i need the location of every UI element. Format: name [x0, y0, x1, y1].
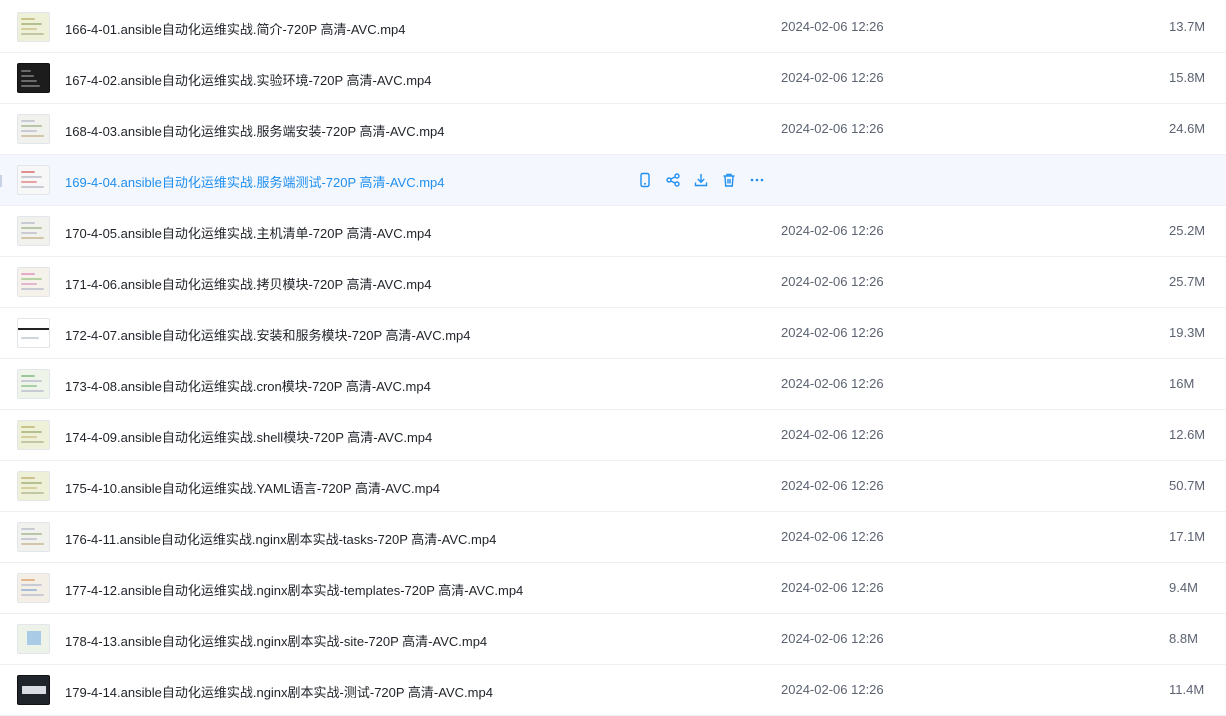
- file-date: 2024-02-06 12:26: [781, 427, 884, 442]
- file-row[interactable]: 169-4-04.ansible自动化运维实战.服务端测试-720P 高清-AV…: [0, 155, 1226, 206]
- file-name[interactable]: 170-4-05.ansible自动化运维实战.主机清单-720P 高清-AVC…: [65, 223, 432, 242]
- file-row[interactable]: 177-4-12.ansible自动化运维实战.nginx剧本实战-templa…: [0, 563, 1226, 614]
- file-row[interactable]: 170-4-05.ansible自动化运维实战.主机清单-720P 高清-AVC…: [0, 206, 1226, 257]
- file-date: 2024-02-06 12:26: [781, 682, 884, 697]
- file-size: 15.8M: [1169, 70, 1206, 85]
- delete-button[interactable]: [720, 171, 738, 189]
- file-row[interactable]: 175-4-10.ansible自动化运维实战.YAML语言-720P 高清-A…: [0, 461, 1226, 512]
- file-row[interactable]: 168-4-03.ansible自动化运维实战.服务端安装-720P 高清-AV…: [0, 104, 1226, 155]
- file-size: 9.4M: [1169, 580, 1198, 595]
- file-name[interactable]: 167-4-02.ansible自动化运维实战.实验环境-720P 高清-AVC…: [65, 70, 432, 89]
- trash-icon: [720, 171, 738, 189]
- file-size: 16M: [1169, 376, 1195, 391]
- file-row[interactable]: 179-4-14.ansible自动化运维实战.nginx剧本实战-测试-720…: [0, 665, 1226, 716]
- video-thumbnail: [17, 216, 50, 246]
- file-date: 2024-02-06 12:26: [781, 70, 884, 85]
- phone-button[interactable]: [636, 171, 654, 189]
- file-name[interactable]: 169-4-04.ansible自动化运维实战.服务端测试-720P 高清-AV…: [65, 172, 445, 191]
- file-row[interactable]: 172-4-07.ansible自动化运维实战.安装和服务模块-720P 高清-…: [0, 308, 1226, 359]
- share-icon: [664, 171, 682, 189]
- video-thumbnail: [17, 318, 50, 348]
- file-name[interactable]: 174-4-09.ansible自动化运维实战.shell模块-720P 高清-…: [65, 427, 432, 446]
- file-name[interactable]: 176-4-11.ansible自动化运维实战.nginx剧本实战-tasks-…: [65, 529, 496, 548]
- video-thumbnail: [17, 471, 50, 501]
- file-size: 50.7M: [1169, 478, 1206, 493]
- file-name[interactable]: 179-4-14.ansible自动化运维实战.nginx剧本实战-测试-720…: [65, 682, 493, 701]
- video-thumbnail: [17, 522, 50, 552]
- video-thumbnail: [17, 12, 50, 42]
- file-date: 2024-02-06 12:26: [781, 580, 884, 595]
- file-list: 166-4-01.ansible自动化运维实战.简介-720P 高清-AVC.m…: [0, 0, 1226, 716]
- file-date: 2024-02-06 12:26: [781, 121, 884, 136]
- video-thumbnail: [17, 624, 50, 654]
- file-row[interactable]: 178-4-13.ansible自动化运维实战.nginx剧本实战-site-7…: [0, 614, 1226, 665]
- more-button[interactable]: [748, 171, 766, 189]
- phone-icon: [636, 171, 654, 189]
- file-size: 11.4M: [1169, 682, 1205, 697]
- file-date: 2024-02-06 12:26: [781, 325, 884, 340]
- download-button[interactable]: [692, 171, 710, 189]
- file-size: 17.1M: [1169, 529, 1206, 544]
- file-row[interactable]: 173-4-08.ansible自动化运维实战.cron模块-720P 高清-A…: [0, 359, 1226, 410]
- file-name[interactable]: 172-4-07.ansible自动化运维实战.安装和服务模块-720P 高清-…: [65, 325, 471, 344]
- video-thumbnail: [17, 420, 50, 450]
- file-name[interactable]: 171-4-06.ansible自动化运维实战.拷贝模块-720P 高清-AVC…: [65, 274, 432, 293]
- video-thumbnail: [17, 63, 50, 93]
- file-date: 2024-02-06 12:26: [781, 478, 884, 493]
- file-name[interactable]: 173-4-08.ansible自动化运维实战.cron模块-720P 高清-A…: [65, 376, 431, 395]
- file-date: 2024-02-06 12:26: [781, 376, 884, 391]
- file-name[interactable]: 175-4-10.ansible自动化运维实战.YAML语言-720P 高清-A…: [65, 478, 440, 497]
- file-name[interactable]: 166-4-01.ansible自动化运维实战.简介-720P 高清-AVC.m…: [65, 19, 406, 38]
- file-name[interactable]: 177-4-12.ansible自动化运维实战.nginx剧本实战-templa…: [65, 580, 523, 599]
- file-row[interactable]: 171-4-06.ansible自动化运维实战.拷贝模块-720P 高清-AVC…: [0, 257, 1226, 308]
- file-row[interactable]: 174-4-09.ansible自动化运维实战.shell模块-720P 高清-…: [0, 410, 1226, 461]
- file-size: 12.6M: [1169, 427, 1206, 442]
- file-row[interactable]: 176-4-11.ansible自动化运维实战.nginx剧本实战-tasks-…: [0, 512, 1226, 563]
- video-thumbnail: [17, 573, 50, 603]
- file-row[interactable]: 166-4-01.ansible自动化运维实战.简介-720P 高清-AVC.m…: [0, 2, 1226, 53]
- video-thumbnail: [17, 369, 50, 399]
- download-icon: [692, 171, 710, 189]
- file-size: 24.6M: [1169, 121, 1206, 136]
- file-name[interactable]: 168-4-03.ansible自动化运维实战.服务端安装-720P 高清-AV…: [65, 121, 445, 140]
- video-thumbnail: [17, 114, 50, 144]
- file-size: 25.7M: [1169, 274, 1206, 289]
- file-row[interactable]: 167-4-02.ansible自动化运维实战.实验环境-720P 高清-AVC…: [0, 53, 1226, 104]
- video-thumbnail: [17, 165, 50, 195]
- more-icon: [748, 171, 766, 189]
- video-thumbnail: [17, 267, 50, 297]
- file-date: 2024-02-06 12:26: [781, 19, 884, 34]
- file-size: 8.8M: [1169, 631, 1198, 646]
- file-size: 25.2M: [1169, 223, 1206, 238]
- video-thumbnail: [17, 675, 50, 705]
- file-name[interactable]: 178-4-13.ansible自动化运维实战.nginx剧本实战-site-7…: [65, 631, 487, 650]
- file-date: 2024-02-06 12:26: [781, 631, 884, 646]
- file-date: 2024-02-06 12:26: [781, 223, 884, 238]
- share-button[interactable]: [664, 171, 682, 189]
- file-date: 2024-02-06 12:26: [781, 274, 884, 289]
- file-size: 13.7M: [1169, 19, 1206, 34]
- file-date: 2024-02-06 12:26: [781, 529, 884, 544]
- file-size: 19.3M: [1169, 325, 1206, 340]
